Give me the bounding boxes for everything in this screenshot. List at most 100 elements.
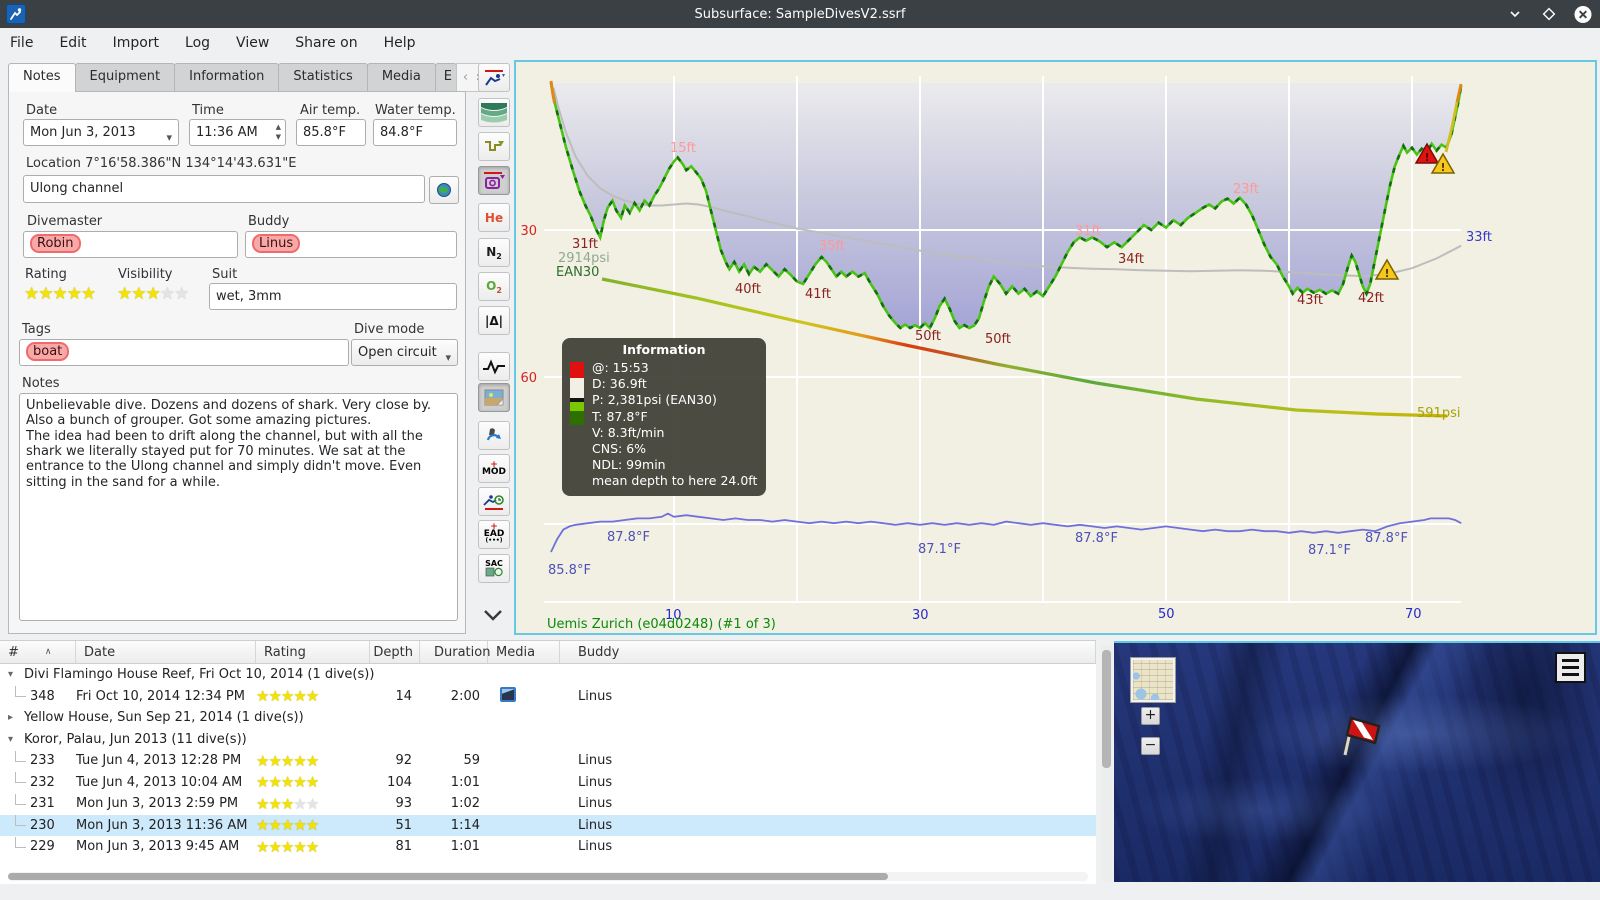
column-depth[interactable]: Depth bbox=[370, 641, 420, 663]
tags-field[interactable]: boat bbox=[19, 339, 349, 366]
menu-item-edit[interactable]: Edit bbox=[59, 35, 86, 51]
ead-toolbar-button[interactable]: + EAD (•••) bbox=[478, 520, 510, 549]
dive-mode-select[interactable]: Open circuit ▾ bbox=[351, 339, 458, 366]
photos-toolbar-button[interactable] bbox=[478, 383, 510, 412]
dive-row[interactable]: 232 Tue Jun 4, 2013 10:04 AM ★★★★★ 104 1:01 L… bbox=[0, 772, 1096, 794]
column-duration[interactable]: Duration bbox=[420, 641, 490, 663]
horizontal-scrollbar[interactable] bbox=[8, 872, 1088, 881]
calculated-ceiling-toolbar-button[interactable] bbox=[478, 166, 510, 195]
column-date[interactable]: Date bbox=[76, 641, 256, 663]
tag-chip[interactable]: boat bbox=[26, 342, 70, 361]
dive-duration: 2:00 bbox=[450, 688, 480, 704]
dive-duration: 1:01 bbox=[450, 839, 480, 855]
water-temp-field[interactable]: 84.8°F bbox=[373, 119, 457, 146]
column-media[interactable]: Media bbox=[488, 641, 560, 663]
map-zoom-in-button[interactable]: + bbox=[1141, 707, 1160, 725]
vertical-scrollbar-thumb[interactable] bbox=[1102, 650, 1111, 768]
dive-flag-marker[interactable] bbox=[1332, 709, 1384, 761]
column-buddy[interactable]: Buddy bbox=[560, 641, 1096, 663]
map-zoom-out-button[interactable]: − bbox=[1141, 737, 1160, 755]
horizontal-scrollbar-thumb[interactable] bbox=[8, 873, 888, 880]
star-icon: ★ bbox=[293, 773, 306, 792]
dive-site-map[interactable]: + − bbox=[1114, 641, 1600, 882]
toolbar-scroll-down-icon[interactable] bbox=[482, 608, 504, 626]
menu-item-log[interactable]: Log bbox=[185, 35, 210, 51]
dive-row[interactable]: 348 Fri Oct 10, 2014 12:34 PM ★★★★★ 14 2:00 L… bbox=[0, 686, 1096, 708]
dive-row[interactable]: 233 Tue Jun 4, 2013 12:28 PM ★★★★★ 92 59 Linu… bbox=[0, 750, 1096, 772]
menu-item-help[interactable]: Help bbox=[384, 35, 416, 51]
buddy-field[interactable]: Linus bbox=[245, 231, 457, 258]
collapse-arrow-icon[interactable]: ▾ bbox=[8, 734, 24, 745]
tab-extra-truncated[interactable]: E bbox=[434, 63, 457, 92]
menu-item-share-on[interactable]: Share on bbox=[295, 35, 357, 51]
collapse-arrow-icon[interactable]: ▾ bbox=[8, 669, 24, 680]
chart-label: 41ft bbox=[805, 287, 831, 302]
map-menu-button[interactable] bbox=[1555, 652, 1586, 683]
mod-toolbar-button[interactable]: + MOD bbox=[478, 454, 510, 483]
visibility-stars[interactable]: ★★★★★ bbox=[117, 284, 189, 304]
suit-field[interactable]: wet, 3mm bbox=[209, 283, 457, 310]
tab-information[interactable]: Information bbox=[174, 63, 280, 92]
info-tooltip-row: mean depth to here 24.0ft bbox=[592, 473, 758, 489]
date-select[interactable]: Mon Jun 3, 2013 ▾ bbox=[23, 119, 179, 146]
notes-textarea[interactable]: Unbelievable dive. Dozens and dozens of … bbox=[19, 393, 458, 621]
tree-branch-line bbox=[15, 815, 26, 827]
dive-date: Fri Oct 10, 2014 12:34 PM bbox=[76, 688, 245, 704]
column-number[interactable]: # ∧ bbox=[0, 641, 76, 663]
dc-reload-toolbar-button[interactable] bbox=[478, 421, 510, 450]
tab-media[interactable]: Media bbox=[366, 63, 436, 92]
dive-trip-row[interactable]: ▾ Divi Flamingo House Reef, Fri Oct 10, 2… bbox=[0, 664, 1096, 686]
menu-item-import[interactable]: Import bbox=[113, 35, 159, 51]
location-field[interactable]: Ulong channel bbox=[23, 175, 425, 203]
menu-item-file[interactable]: File bbox=[10, 35, 33, 51]
calculated-ceiling-icon bbox=[484, 171, 505, 189]
chevron-down-icon: ▾ bbox=[166, 131, 172, 144]
waves-toolbar-button[interactable] bbox=[478, 98, 510, 127]
divemaster-field[interactable]: Robin bbox=[23, 231, 238, 258]
time-spinner[interactable]: 11:36 AM ▲ ▼ bbox=[189, 119, 286, 146]
buddy-chip[interactable]: Linus bbox=[252, 234, 301, 253]
rating-stars[interactable]: ★★★★★ bbox=[24, 284, 96, 304]
spinner-arrows-icon[interactable]: ▲ ▼ bbox=[276, 122, 281, 142]
close-icon[interactable] bbox=[1574, 5, 1592, 23]
dive-mode-label: Dive mode bbox=[354, 322, 425, 337]
dive-profile-toolbar-button[interactable] bbox=[478, 63, 510, 92]
star-icon: ★ bbox=[280, 751, 294, 770]
globe-button[interactable] bbox=[429, 176, 459, 204]
star-icon: ★ bbox=[280, 837, 294, 856]
notes-label: Notes bbox=[22, 376, 60, 391]
tab-statistics[interactable]: Statistics bbox=[278, 63, 368, 92]
overview-minimap[interactable] bbox=[1130, 657, 1176, 703]
heart-rate-toolbar-button[interactable] bbox=[478, 352, 510, 381]
dive-profile-chart[interactable]: ! ! ! 15ft 31ft 2914psi EAN30 40ft 41ft 35ft 50… bbox=[514, 60, 1597, 635]
chart-label: EAN30 bbox=[556, 265, 599, 280]
minimize-icon[interactable] bbox=[1506, 5, 1524, 23]
maximize-icon[interactable] bbox=[1540, 5, 1558, 23]
column-rating[interactable]: Rating bbox=[256, 641, 370, 663]
dive-row[interactable]: 229 Mon Jun 3, 2013 9:45 AM ★★★★★ 81 1:01 Lin… bbox=[0, 836, 1096, 858]
ceiling-toolbar-button[interactable] bbox=[478, 132, 510, 161]
chart-label: 591psi bbox=[1417, 406, 1460, 421]
tab-scroll-left-icon[interactable]: ‹ bbox=[460, 70, 471, 85]
chart-label: 87.1°F bbox=[1308, 543, 1351, 558]
dive-row[interactable]: 231 Mon Jun 3, 2013 2:59 PM ★★★★★ 93 1:02 Lin… bbox=[0, 793, 1096, 815]
tree-branch-line bbox=[15, 750, 26, 762]
dive-time-toolbar-button[interactable] bbox=[478, 487, 510, 516]
helium-toolbar-button[interactable]: He bbox=[478, 203, 510, 232]
air-temp-field[interactable]: 85.8°F bbox=[296, 119, 366, 146]
tab-notes[interactable]: Notes bbox=[8, 63, 76, 92]
expand-arrow-icon[interactable]: ▸ bbox=[8, 712, 24, 723]
dive-trip-row[interactable]: ▸ Yellow House, Sun Sep 21, 2014 (1 dive(… bbox=[0, 707, 1096, 729]
dive-row[interactable]: 230 Mon Jun 3, 2013 11:36 AM ★★★★★ 51 1:14 Li… bbox=[0, 814, 1096, 836]
sac-toolbar-button[interactable]: SAC bbox=[478, 554, 510, 583]
divemaster-chip[interactable]: Robin bbox=[30, 234, 81, 253]
menu-item-view[interactable]: View bbox=[236, 35, 269, 51]
oxygen-toolbar-button[interactable]: O2 bbox=[478, 272, 510, 301]
info-tooltip-row: NDL: 99min bbox=[592, 457, 666, 473]
media-thumbnail-icon[interactable] bbox=[500, 686, 516, 702]
dive-trip-row[interactable]: ▾ Koror, Palau, Jun 2013 (11 dive(s)) bbox=[0, 729, 1096, 751]
tab-equipment[interactable]: Equipment bbox=[74, 63, 176, 92]
delta-pressure-toolbar-button[interactable]: |Δ| bbox=[478, 306, 510, 335]
vertical-scrollbar[interactable] bbox=[1101, 645, 1112, 882]
nitrogen-toolbar-button[interactable]: N2 bbox=[478, 238, 510, 267]
